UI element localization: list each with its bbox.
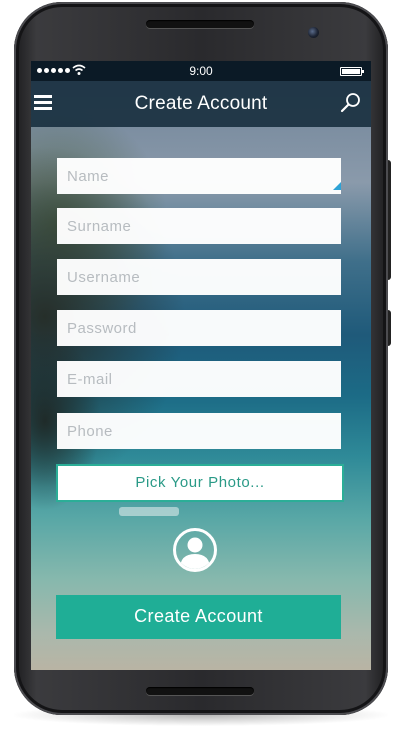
search-icon[interactable] — [339, 91, 363, 115]
background-boat — [119, 507, 179, 516]
bottom-speaker — [146, 687, 254, 695]
status-bar: 9:00 — [31, 61, 371, 81]
surname-field[interactable] — [57, 208, 341, 244]
hamburger-menu-icon[interactable] — [31, 81, 59, 125]
create-account-button[interactable]: Create Account — [56, 595, 341, 639]
earpiece-speaker — [146, 20, 254, 28]
app-bar: Create Account — [31, 81, 371, 127]
app-screen: 9:00 Create Account Pick Your Photo... C… — [31, 61, 371, 670]
battery-icon — [340, 67, 364, 76]
phone-field[interactable] — [57, 413, 341, 449]
pick-photo-button[interactable]: Pick Your Photo... — [56, 464, 344, 502]
front-camera — [308, 27, 319, 38]
focus-indicator — [333, 182, 341, 190]
name-field[interactable] — [57, 158, 341, 194]
user-avatar-icon[interactable] — [173, 528, 217, 572]
status-time: 9:00 — [189, 64, 213, 78]
username-field[interactable] — [57, 259, 341, 295]
user-silhouette-icon — [180, 537, 210, 569]
email-field[interactable] — [57, 361, 341, 397]
page-title: Create Account — [134, 93, 268, 114]
password-field[interactable] — [57, 310, 341, 346]
